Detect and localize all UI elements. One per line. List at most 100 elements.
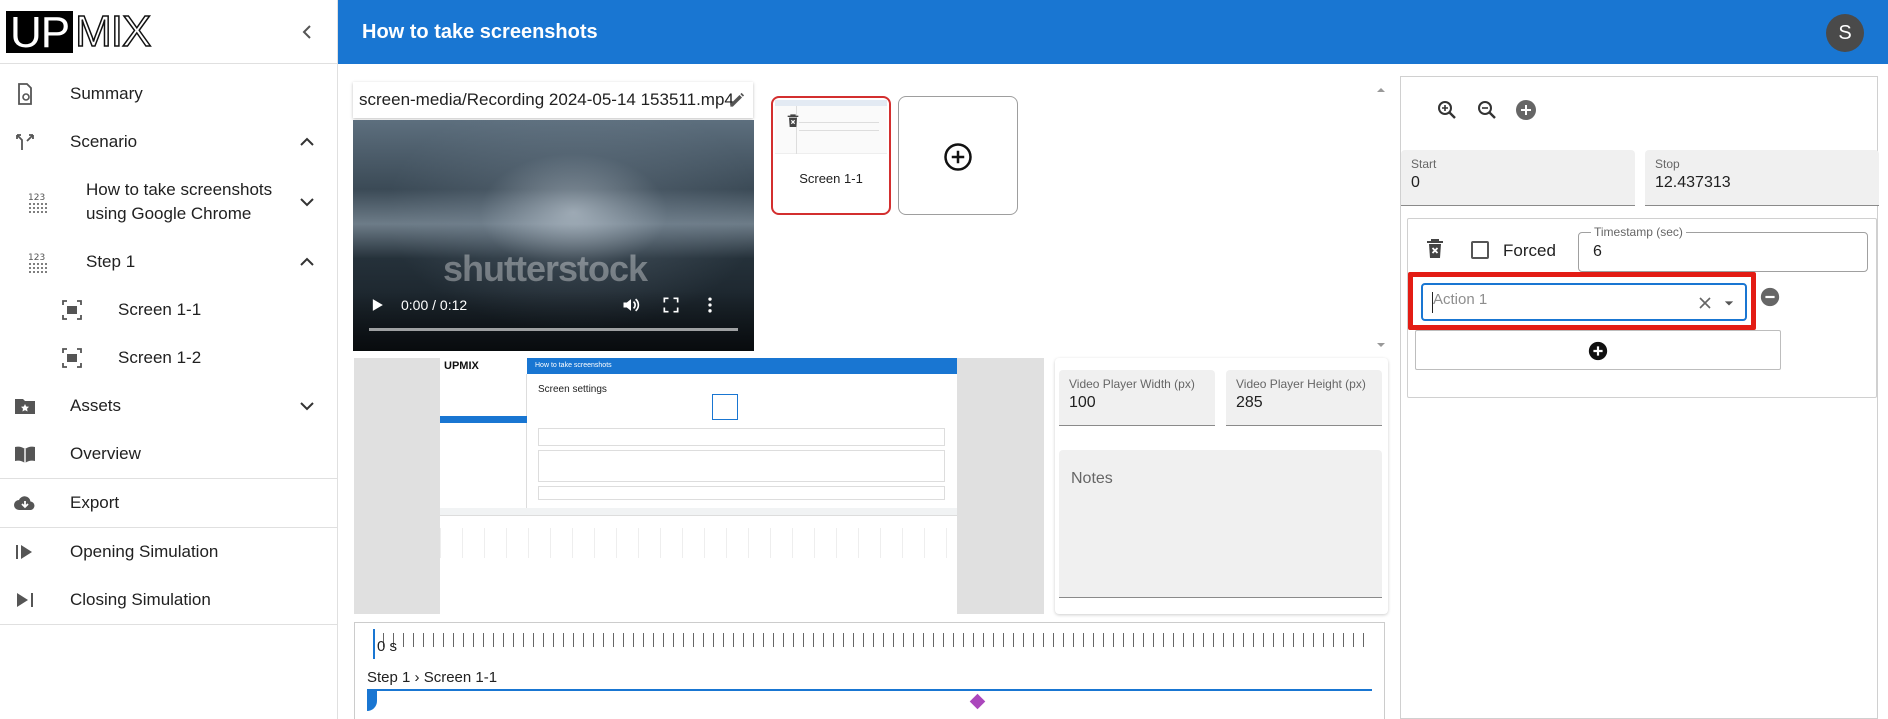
collapse-sidebar-button[interactable] <box>295 20 319 44</box>
track-start-handle[interactable] <box>367 691 377 711</box>
timeline-playhead[interactable] <box>373 629 375 659</box>
sidebar-item-scenario-how-to[interactable]: 123 How to take screenshots using Google… <box>0 166 337 238</box>
fullscreen-icon[interactable] <box>661 295 681 315</box>
action-marker[interactable] <box>969 693 986 710</box>
scenario-branch-icon <box>16 134 34 150</box>
screen-thumbnail-label: Screen 1-1 <box>799 171 863 186</box>
chevron-left-icon <box>302 24 311 39</box>
sidebar-item-step-1[interactable]: 123 Step 1 <box>0 238 337 286</box>
mini-sidebar <box>440 374 527 510</box>
sidebar-item-closing-simulation[interactable]: Closing Simulation <box>0 576 337 624</box>
action-highlight-box: Action 1 <box>1408 272 1756 330</box>
video-height-field[interactable]: Video Player Height (px) 285 <box>1226 370 1382 426</box>
timestamp-label: Timestamp (sec) <box>1591 225 1686 239</box>
chevron-down-icon[interactable] <box>295 190 319 214</box>
sidebar-item-label: Assets <box>70 396 122 415</box>
sidebar-item-label: Closing Simulation <box>70 590 211 609</box>
add-circle-icon <box>1588 341 1608 361</box>
mini-field <box>538 428 945 446</box>
logo-mix-text: MIX <box>74 6 152 56</box>
book-icon <box>15 446 35 463</box>
notes-textarea[interactable]: Notes <box>1059 450 1382 598</box>
action-select-input[interactable]: Action 1 <box>1421 283 1747 321</box>
edit-icon[interactable] <box>727 90 747 110</box>
more-vert-icon[interactable] <box>700 295 720 315</box>
remove-circle-icon[interactable] <box>1759 286 1781 308</box>
action-panel: Start 0 Stop 12.437313 Forced Timestamp … <box>1400 76 1879 719</box>
sidebar-header: UP MIX <box>0 0 337 64</box>
sidebar-item-label: Scenario <box>70 132 138 151</box>
mini-devtools-grid <box>440 528 957 558</box>
chevron-up-icon[interactable] <box>295 250 319 274</box>
screen-preview[interactable]: UPMIX How to take screenshots Screen set… <box>354 358 1044 614</box>
video-height-label: Video Player Height (px) <box>1236 377 1366 391</box>
stop-field[interactable]: Stop 12.437313 <box>1645 150 1879 206</box>
sidebar-item-overview[interactable]: Overview <box>0 430 337 478</box>
delete-screen-icon[interactable] <box>785 112 801 130</box>
dropdown-arrow-icon[interactable] <box>1719 293 1739 313</box>
sidebar-item-opening-simulation[interactable]: Opening Simulation <box>0 528 337 576</box>
timeline[interactable]: 0 s Step 1 › Screen 1-1 <box>354 622 1385 719</box>
sidebar-item-screen-1-1[interactable]: Screen 1-1 <box>0 286 337 334</box>
clear-icon[interactable] <box>1695 293 1715 313</box>
stop-label: Stop <box>1655 157 1680 171</box>
zoom-in-icon[interactable] <box>1435 98 1459 122</box>
video-player[interactable]: shutterstock 0:00 / 0:12 <box>353 120 754 351</box>
timestamp-field[interactable]: Timestamp (sec) 6 <box>1578 225 1868 272</box>
mini-field <box>538 450 945 482</box>
numbered-list-icon: 123 <box>28 193 49 213</box>
sidebar-item-export[interactable]: Export <box>0 479 337 527</box>
cloud-download-icon <box>14 496 35 510</box>
svg-text:123: 123 <box>28 253 45 263</box>
add-circle-icon[interactable] <box>1514 98 1538 122</box>
sidebar-item-assets[interactable]: Assets <box>0 382 337 430</box>
video-time: 0:00 / 0:12 <box>401 297 468 313</box>
sidebar-item-label: Step 1 <box>86 252 136 271</box>
sidebar-item-screen-1-2[interactable]: Screen 1-2 <box>0 334 337 382</box>
screenshot-image: UPMIX How to take screenshots Screen set… <box>440 358 957 614</box>
action-card: Forced Timestamp (sec) 6 Action 1 <box>1407 218 1877 398</box>
media-panel-scrollbar[interactable] <box>1374 79 1388 352</box>
screen-thumbnail[interactable]: Screen 1-1 <box>771 96 891 215</box>
video-width-value: 100 <box>1069 394 1096 411</box>
video-width-field[interactable]: Video Player Width (px) 100 <box>1059 370 1215 426</box>
video-width-label: Video Player Width (px) <box>1069 377 1195 391</box>
zoom-out-icon[interactable] <box>1475 98 1499 122</box>
add-screen-button[interactable] <box>898 96 1018 215</box>
screenshot-icon <box>62 348 82 368</box>
sidebar-item-label: Overview <box>70 444 141 463</box>
video-progress-track[interactable] <box>369 328 738 331</box>
add-action-button[interactable] <box>1415 330 1781 370</box>
volume-icon[interactable] <box>621 295 641 315</box>
forced-label: Forced <box>1503 241 1556 260</box>
app-bar: How to take screenshots S <box>338 0 1888 64</box>
mini-heading: Screen settings <box>538 384 607 395</box>
sidebar: UP MIX Summary Scenario 123 How to take … <box>0 0 338 719</box>
chevron-down-icon[interactable] <box>295 394 319 418</box>
skip-end-icon <box>17 593 33 607</box>
page-title: How to take screenshots <box>362 21 598 43</box>
sidebar-item-label: Summary <box>70 84 143 103</box>
play-icon[interactable] <box>367 295 387 315</box>
chevron-up-icon[interactable] <box>295 130 319 154</box>
timeline-ruler <box>373 633 1368 647</box>
zoom-toolbar <box>1401 77 1877 141</box>
forced-checkbox[interactable] <box>1471 241 1489 259</box>
screen-settings-card: Video Player Width (px) 100 Video Player… <box>1055 358 1388 614</box>
video-height-value: 285 <box>1236 394 1263 411</box>
start-field[interactable]: Start 0 <box>1401 150 1635 206</box>
numbered-list-icon: 123 <box>28 253 49 273</box>
mini-devtools-tabs <box>440 508 957 516</box>
file-name-bar: screen-media/Recording 2024-05-14 153511… <box>353 82 753 118</box>
timestamp-value: 6 <box>1593 243 1602 260</box>
play-start-icon <box>16 545 32 559</box>
sidebar-item-label: Screen 1-2 <box>118 348 202 367</box>
start-label: Start <box>1411 157 1437 171</box>
logo-up-text: UP <box>6 10 74 54</box>
delete-action-icon[interactable] <box>1423 237 1447 261</box>
user-avatar[interactable]: S <box>1826 14 1864 52</box>
scroll-up-arrow-icon <box>1377 88 1385 92</box>
action-placeholder: Action 1 <box>1433 291 1488 308</box>
sidebar-item-summary[interactable]: Summary <box>0 70 337 118</box>
sidebar-item-scenario[interactable]: Scenario <box>0 118 337 166</box>
